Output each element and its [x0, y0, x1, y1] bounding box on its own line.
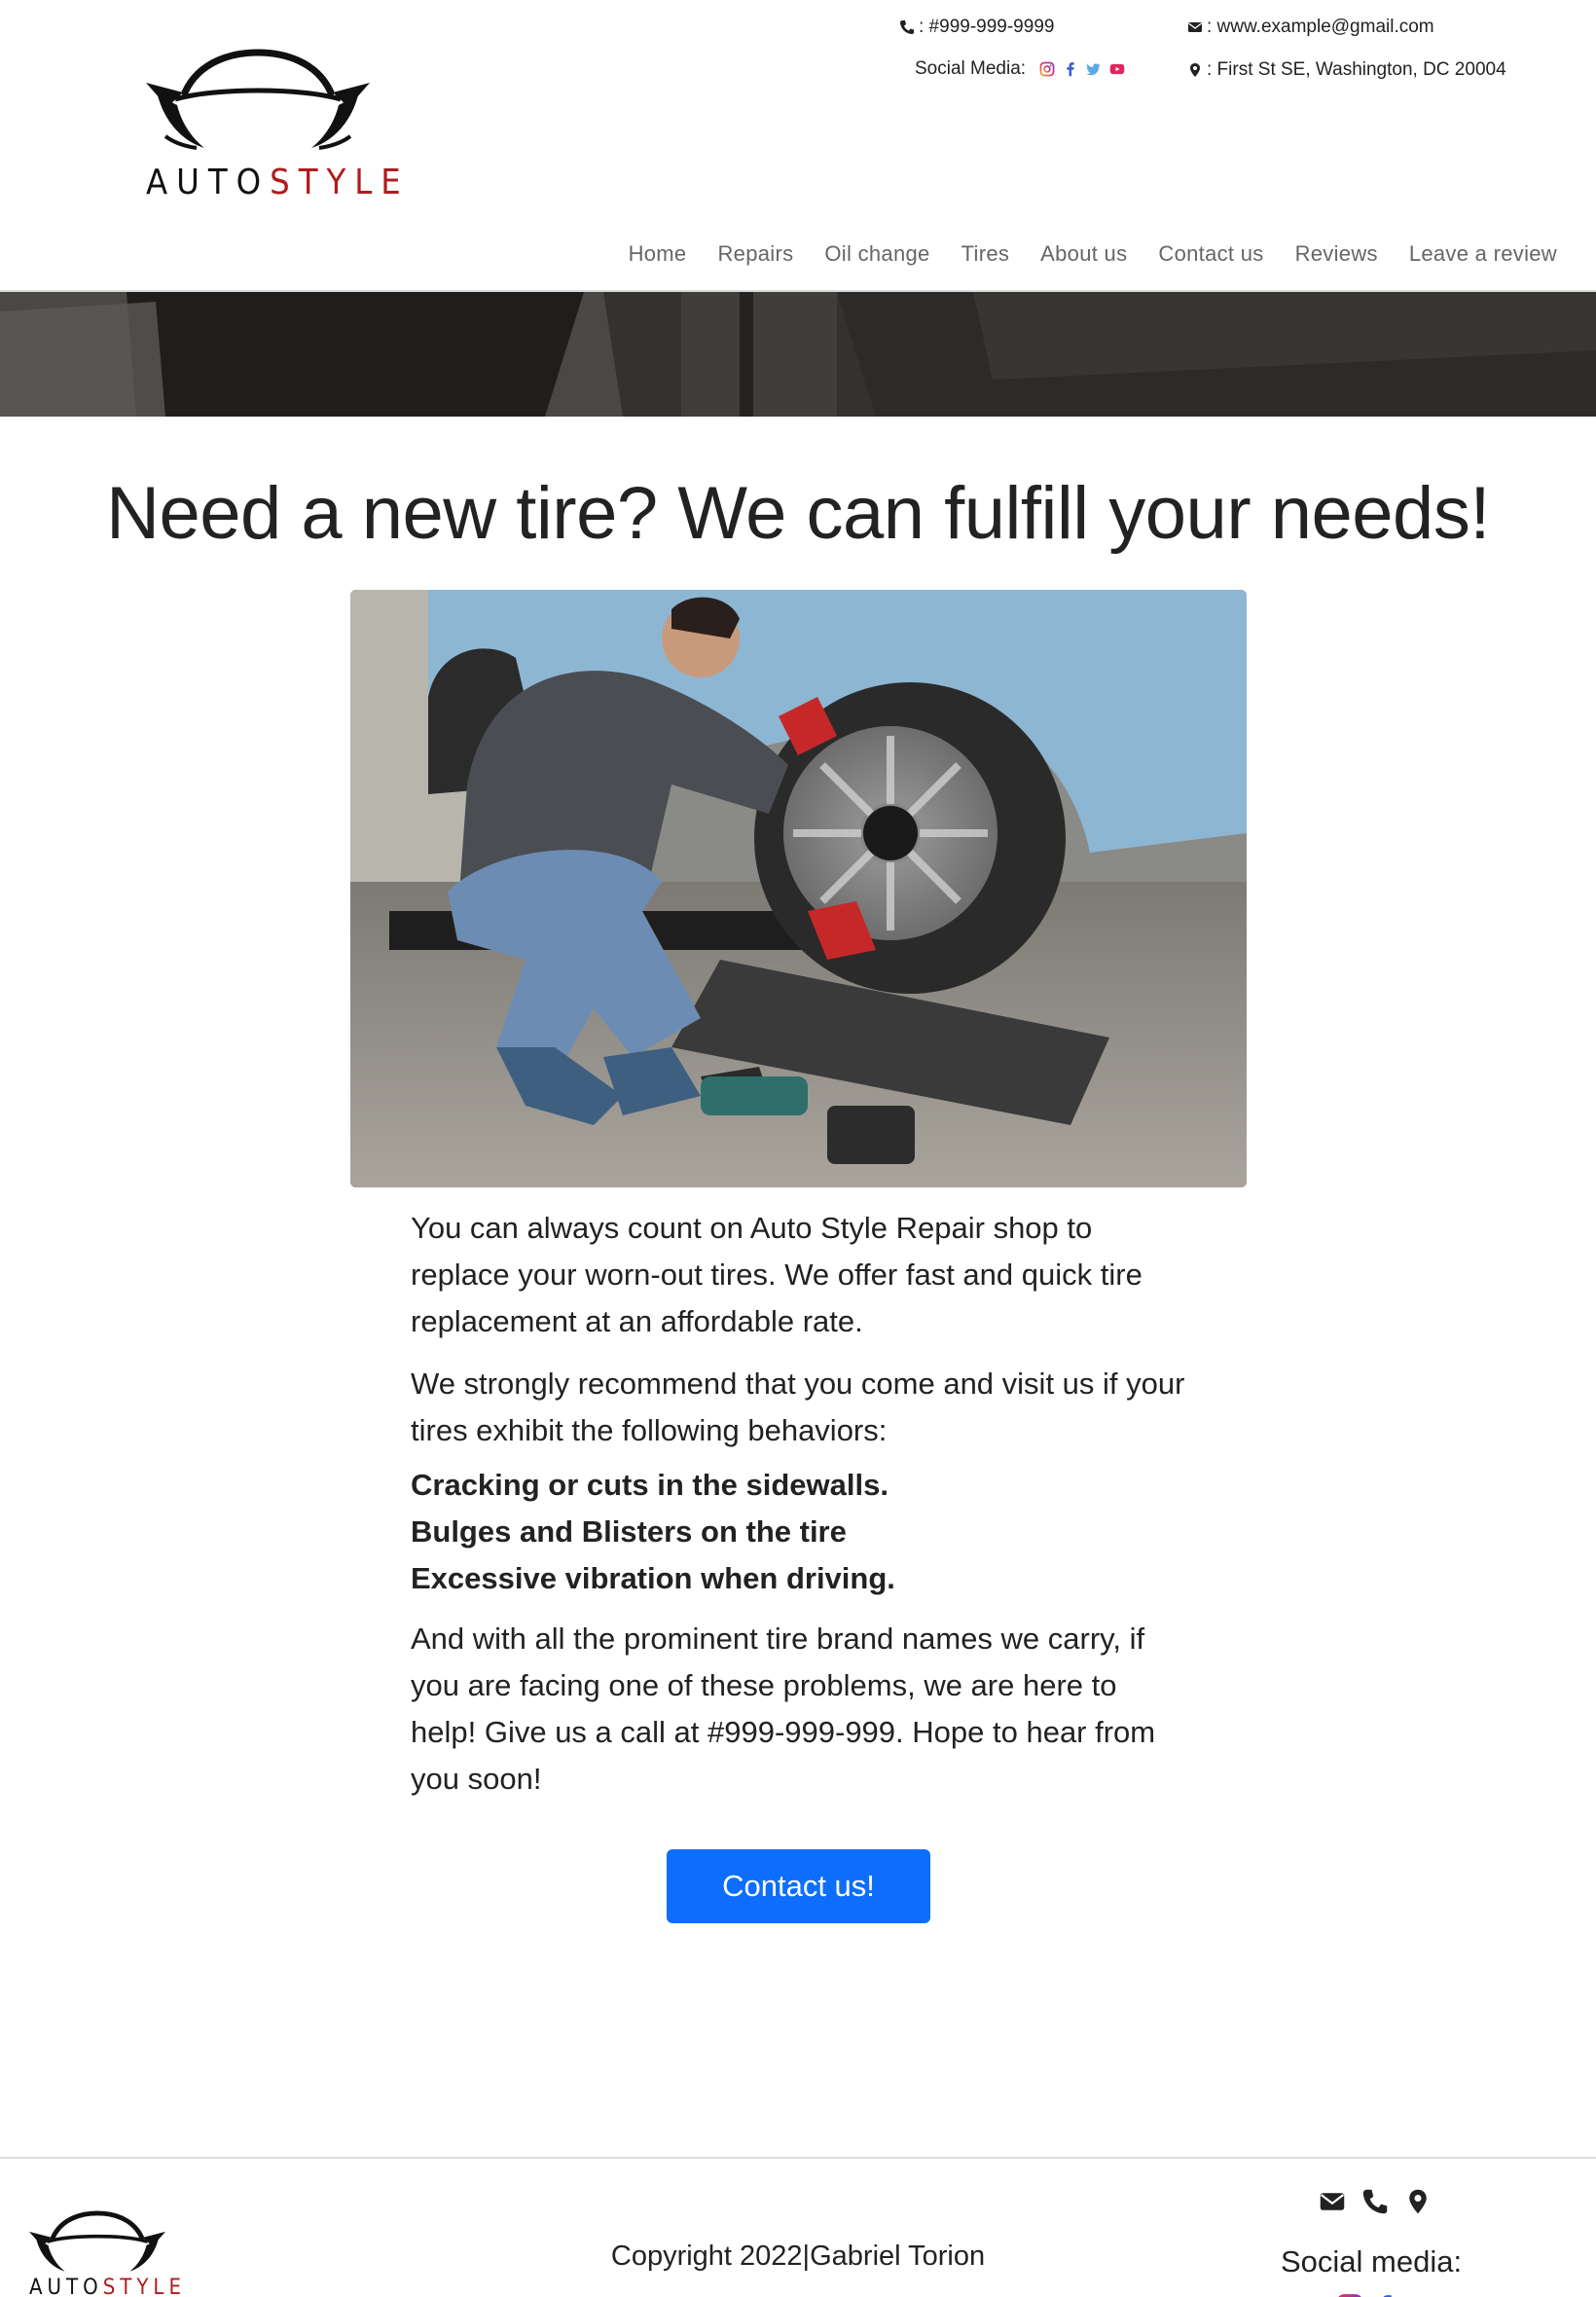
phone-icon: [900, 20, 914, 34]
header-address-text: : First St SE, Washington, DC 20004: [1207, 59, 1506, 80]
header-phone[interactable]: : #999-999-9999: [899, 17, 1054, 38]
phone-icon[interactable]: [1361, 2188, 1389, 2215]
envelope-icon[interactable]: [1319, 2188, 1346, 2215]
banner-garage-scene: [0, 292, 1596, 417]
nav-item-contact-us[interactable]: Contact us: [1143, 239, 1279, 269]
footer-contact-icons: [1319, 2188, 1432, 2215]
social-media-label: Social Media:: [915, 58, 1027, 79]
tire-symptom-list: Cracking or cuts in the sidewalls. Bulge…: [411, 1462, 1189, 1602]
page-title: Need a new tire? We can fulfill your nee…: [106, 472, 1490, 555]
hero-banner-image: [0, 292, 1596, 417]
footer-logo-wordmark: AUTOSTYLE: [29, 2276, 186, 2297]
location-pin-icon: [1190, 63, 1200, 77]
youtube-icon[interactable]: [1440, 2293, 1469, 2297]
twitter-icon[interactable]: [1405, 2293, 1434, 2297]
site-header: AUTOSTYLE : #999-999-9999 : www.example@…: [0, 0, 1596, 292]
intro-paragraph: You can always count on Auto Style Repai…: [411, 1211, 1143, 1338]
header-social-media: Social Media:: [915, 58, 1125, 80]
header-email[interactable]: : www.example@gmail.com: [1187, 17, 1434, 38]
nav-item-tires[interactable]: Tires: [946, 239, 1026, 269]
autostyle-logo[interactable]: AUTOSTYLE: [146, 49, 410, 214]
facebook-icon[interactable]: [1370, 2293, 1399, 2297]
symptom-item: Bulges and Blisters on the tire: [411, 1514, 847, 1549]
closing-paragraph: And with all the prominent tire brand na…: [411, 1622, 1156, 1796]
site-footer: AUTOSTYLE Copyright 2022|Gabriel Torion …: [0, 2157, 1596, 2297]
nav-item-repairs[interactable]: Repairs: [702, 239, 809, 269]
symptom-item: Cracking or cuts in the sidewalls.: [411, 1468, 889, 1502]
nav-item-about-us[interactable]: About us: [1025, 239, 1143, 269]
mechanic-changing-tire-illustration: [350, 590, 1247, 1187]
footer-social-icons: [1335, 2293, 1469, 2297]
header-phone-text: : #999-999-9999: [919, 17, 1055, 37]
instagram-icon[interactable]: [1039, 61, 1055, 77]
nav-item-leave-a-review[interactable]: Leave a review: [1394, 239, 1557, 269]
location-pin-icon[interactable]: [1404, 2188, 1432, 2215]
nav-item-reviews[interactable]: Reviews: [1280, 239, 1394, 269]
twitter-icon[interactable]: [1086, 61, 1102, 77]
footer-social-label: Social media:: [1281, 2244, 1463, 2279]
main-nav: Home Repairs Oil change Tires About us C…: [613, 239, 1557, 269]
tire-mechanic-photo: [350, 590, 1247, 1187]
recommendation-paragraph: We strongly recommend that you come and …: [411, 1367, 1185, 1447]
header-address[interactable]: : First St SE, Washington, DC 20004: [1187, 59, 1506, 81]
envelope-icon: [1188, 22, 1202, 32]
logo-wordmark: AUTOSTYLE: [146, 163, 410, 202]
youtube-icon[interactable]: [1109, 61, 1125, 77]
facebook-icon[interactable]: [1063, 61, 1078, 77]
instagram-icon[interactable]: [1335, 2293, 1364, 2297]
symptom-item: Excessive vibration when driving.: [411, 1561, 895, 1595]
header-email-text: : www.example@gmail.com: [1207, 17, 1434, 37]
nav-item-home[interactable]: Home: [613, 239, 703, 269]
contact-us-button[interactable]: Contact us!: [667, 1849, 930, 1923]
nav-item-oil-change[interactable]: Oil change: [809, 239, 945, 269]
car-silhouette-icon: [146, 49, 370, 150]
